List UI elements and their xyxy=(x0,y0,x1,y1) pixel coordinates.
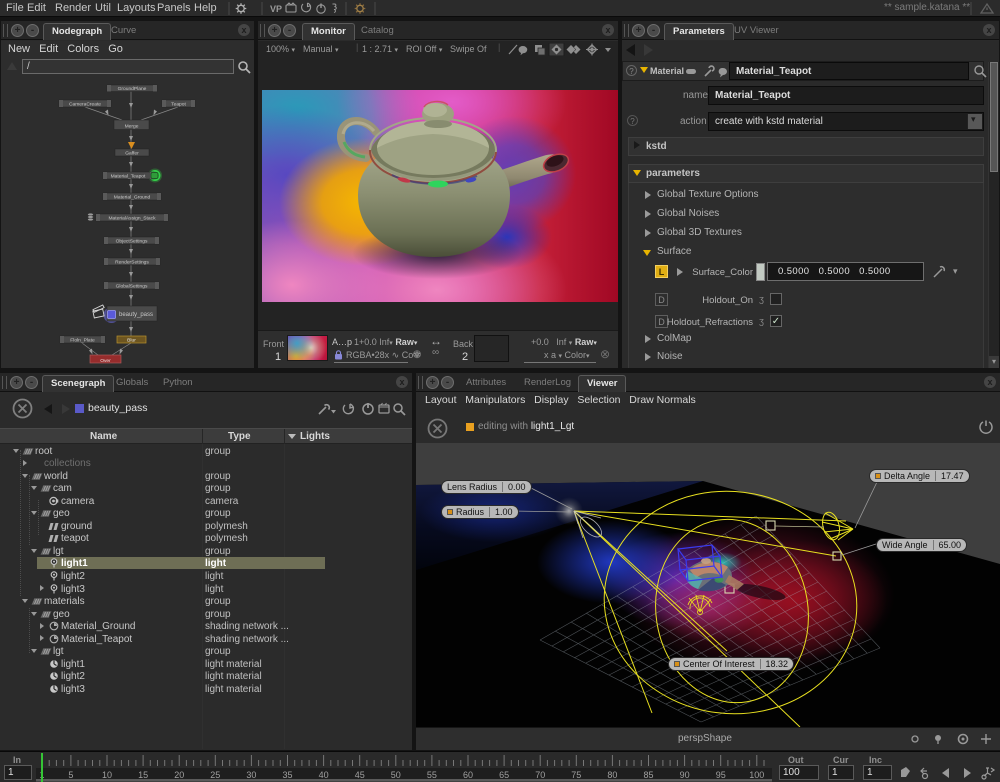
svg-text:90: 90 xyxy=(680,770,690,780)
svg-text:60: 60 xyxy=(463,770,473,780)
svg-text:100: 100 xyxy=(749,770,764,780)
svg-text:Gaffer: Gaffer xyxy=(125,151,139,157)
svg-text:5: 5 xyxy=(68,770,73,780)
svg-text:Material_Teapot: Material_Teapot xyxy=(111,174,146,180)
svg-text:10: 10 xyxy=(102,770,112,780)
svg-text:Material_Ground: Material_Ground xyxy=(114,195,151,201)
svg-text:55: 55 xyxy=(427,770,437,780)
svg-text:65: 65 xyxy=(499,770,509,780)
svg-text:15: 15 xyxy=(138,770,148,780)
svg-text:40: 40 xyxy=(319,770,329,780)
svg-text:45: 45 xyxy=(355,770,365,780)
svg-text:Blur: Blur xyxy=(127,338,136,344)
svg-text:25: 25 xyxy=(210,770,220,780)
svg-text:35: 35 xyxy=(282,770,292,780)
svg-text:CameraCreate: CameraCreate xyxy=(69,102,101,108)
svg-text:75: 75 xyxy=(571,770,581,780)
svg-text:30: 30 xyxy=(246,770,256,780)
svg-text:50: 50 xyxy=(391,770,401,780)
svg-text:Floln_Plate: Floln_Plate xyxy=(70,338,95,344)
svg-text:95: 95 xyxy=(716,770,726,780)
svg-text:Teapot: Teapot xyxy=(171,102,186,108)
svg-text:Over: Over xyxy=(100,358,111,364)
svg-text:beauty_pass: beauty_pass xyxy=(119,312,153,318)
svg-text:80: 80 xyxy=(607,770,617,780)
svg-text:GroundPlane: GroundPlane xyxy=(118,86,147,92)
svg-text:RenderSettings: RenderSettings xyxy=(115,260,149,266)
svg-text:ObjectSettings: ObjectSettings xyxy=(116,239,148,245)
svg-text:85: 85 xyxy=(643,770,653,780)
svg-text:70: 70 xyxy=(535,770,545,780)
svg-text:20: 20 xyxy=(174,770,184,780)
svg-text:Merge: Merge xyxy=(125,123,139,129)
svg-text:MaterialAssign_Stack: MaterialAssign_Stack xyxy=(108,216,156,222)
svg-text:VP: VP xyxy=(270,4,282,14)
svg-text:GlobalSettings: GlobalSettings xyxy=(116,284,148,290)
